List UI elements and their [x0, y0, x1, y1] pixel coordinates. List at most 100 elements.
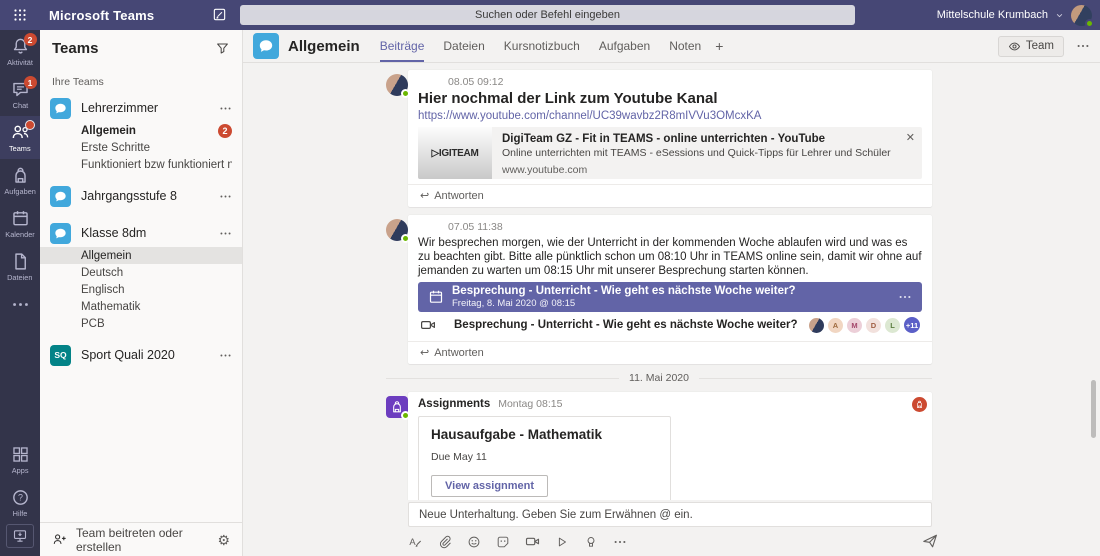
channel-more-icon[interactable] — [1076, 39, 1090, 53]
new-conversation-input[interactable] — [408, 502, 932, 527]
team-avatar-initials: SQ — [50, 344, 71, 366]
status-available-icon — [1085, 18, 1094, 28]
scrollbar-thumb[interactable] — [1091, 380, 1096, 438]
calendar-icon — [428, 289, 444, 305]
teams-sidebar: Teams Ihre Teams Lehrerzimmer Allgemein … — [40, 30, 243, 556]
message-timestamp: 08.05 09:12 — [448, 76, 504, 88]
download-desktop-icon — [12, 528, 28, 544]
app-rail: 2 Aktivität 1 Chat Teams Aufgaben Kalend… — [0, 30, 40, 556]
rail-item-teams[interactable]: Teams — [0, 116, 40, 159]
format-icon[interactable] — [408, 534, 423, 549]
download-desktop-app-button[interactable] — [6, 524, 34, 548]
tab-aufgaben[interactable]: Aufgaben — [599, 30, 650, 62]
channel-englisch[interactable]: Englisch — [40, 281, 242, 298]
channel-klasse8dm-allgemein[interactable]: Allgemein — [40, 247, 242, 264]
link-preview-card: ▷IGITEAM DigiTeam GZ - Fit in TEAMS - on… — [418, 127, 922, 179]
message-list[interactable]: 08.05 09:12 Hier nochmal der Link zum Yo… — [243, 63, 1100, 500]
message-timestamp: 07.05 11:38 — [448, 221, 503, 233]
channel-erste-schritte[interactable]: Erste Schritte — [40, 139, 242, 156]
team-avatar-icon — [50, 97, 71, 119]
youtube-link[interactable]: https://www.youtube.com/channel/UC39wavb… — [418, 109, 922, 123]
team-group-jahrgangsstufe8: Jahrgangsstufe 8 — [40, 182, 242, 210]
avatar — [386, 74, 410, 98]
meeting-banner[interactable]: Besprechung - Unterricht - Wie geht es n… — [418, 282, 922, 312]
search-bar[interactable] — [240, 5, 855, 25]
channel-mathematik[interactable]: Mathematik — [40, 298, 242, 315]
assignment-due: Due May 11 — [431, 451, 487, 463]
tab-beitraege[interactable]: Beiträge — [379, 30, 424, 62]
chat-badge: 1 — [23, 76, 37, 89]
backpack-icon — [11, 166, 30, 185]
your-teams-label: Ihre Teams — [52, 76, 104, 88]
meeting-more-icon[interactable] — [898, 290, 912, 304]
join-or-create-team[interactable]: Team beitreten oder erstellen ⚙ — [40, 522, 242, 556]
preview-description: Online unterrichten mit TEAMS - eSession… — [502, 147, 891, 159]
team-row-sport-quali[interactable]: SQ Sport Quali 2020 — [40, 341, 242, 369]
tab-dateien[interactable]: Dateien — [443, 30, 484, 62]
team-more-icon[interactable] — [219, 227, 232, 240]
team-visibility-button[interactable]: Team — [997, 35, 1064, 57]
message-timestamp: Montag 08:15 — [498, 398, 563, 410]
avatar-overflow-count[interactable]: +11 — [904, 317, 920, 333]
stream-icon[interactable] — [555, 535, 569, 549]
emoji-icon[interactable] — [467, 535, 481, 549]
praise-icon[interactable] — [584, 535, 598, 549]
reply-button[interactable]: ↩ Antworten — [408, 341, 932, 364]
channel-lehrerzimmer-allgemein[interactable]: Allgemein 2 — [40, 122, 242, 139]
waffle-menu-icon[interactable] — [0, 0, 40, 30]
rail-item-more[interactable] — [0, 288, 40, 320]
view-assignment-button[interactable]: View assignment — [431, 475, 549, 497]
compose-area — [243, 500, 1100, 556]
message-card: 08.05 09:12 Hier nochmal der Link zum Yo… — [408, 70, 932, 207]
channel-pcb[interactable]: PCB — [40, 315, 242, 332]
sticker-icon[interactable] — [496, 535, 510, 549]
message-card: Assignments Montag 08:15 Hausaufgabe - M… — [408, 392, 932, 500]
meeting-ended-row: Besprechung - Unterricht - Wie geht es n… — [418, 314, 922, 336]
rail-item-apps[interactable]: Apps — [0, 438, 40, 481]
gear-icon[interactable]: ⚙ — [217, 533, 230, 547]
assignments-app-badge — [912, 397, 927, 412]
rail-item-files[interactable]: Dateien — [0, 245, 40, 288]
tenant-name: Mittelschule Krumbach — [936, 9, 1048, 21]
message-card: 07.05 11:38 Wir besprechen morgen, wie d… — [408, 215, 932, 364]
channel-team-icon — [253, 33, 279, 59]
team-row-lehrerzimmer[interactable]: Lehrerzimmer — [40, 94, 242, 122]
team-row-klasse8dm[interactable]: Klasse 8dm — [40, 219, 242, 247]
team-more-icon[interactable] — [219, 190, 232, 203]
avatar: A — [828, 317, 843, 333]
channel-header: Allgemein Beiträge Dateien Kursnotizbuch… — [243, 30, 1100, 63]
channel-tabs: Beiträge Dateien Kursnotizbuch Aufgaben … — [379, 30, 701, 62]
meeting-date: Freitag, 8. Mai 2020 @ 08:15 — [452, 298, 576, 309]
preview-thumbnail: ▷IGITEAM — [418, 127, 492, 179]
account-menu[interactable]: Mittelschule Krumbach — [936, 0, 1094, 30]
rail-item-chat[interactable]: 1 Chat — [0, 73, 40, 116]
tab-kursnotizbuch[interactable]: Kursnotizbuch — [504, 30, 580, 62]
team-more-icon[interactable] — [219, 102, 232, 115]
team-more-icon[interactable] — [219, 349, 232, 362]
search-input[interactable] — [240, 5, 855, 25]
meet-now-icon[interactable] — [525, 534, 540, 549]
rail-item-calendar[interactable]: Kalender — [0, 202, 40, 245]
message-subject: Hier nochmal der Link zum Youtube Kanal — [418, 90, 718, 107]
send-icon[interactable] — [922, 533, 938, 549]
rail-item-assignments[interactable]: Aufgaben — [0, 159, 40, 202]
team-row-jahrgangsstufe8[interactable]: Jahrgangsstufe 8 — [40, 182, 242, 210]
reply-arrow-icon: ↩ — [420, 190, 430, 202]
filter-icon[interactable] — [215, 41, 230, 56]
more-options-icon[interactable] — [613, 535, 627, 549]
tab-noten[interactable]: Noten — [669, 30, 701, 62]
new-chat-icon[interactable] — [212, 7, 227, 22]
rail-item-help[interactable]: Hilfe — [0, 481, 40, 524]
close-icon[interactable]: ✕ — [906, 131, 915, 144]
assignments-bot-avatar — [386, 396, 410, 420]
add-tab-button[interactable]: + — [715, 38, 723, 54]
reply-button[interactable]: ↩ Antworten — [408, 184, 932, 207]
preview-title[interactable]: DigiTeam GZ - Fit in TEAMS - online unte… — [502, 133, 891, 146]
channel-view: Allgemein Beiträge Dateien Kursnotizbuch… — [243, 30, 1100, 556]
team-avatar-icon — [50, 185, 71, 207]
channel-funktioniert[interactable]: Funktioniert bzw funktioniert nicht — [40, 156, 242, 173]
channel-deutsch[interactable]: Deutsch — [40, 264, 242, 281]
attach-icon[interactable] — [438, 535, 452, 549]
rail-item-activity[interactable]: 2 Aktivität — [0, 30, 40, 73]
user-avatar[interactable] — [1071, 4, 1094, 28]
